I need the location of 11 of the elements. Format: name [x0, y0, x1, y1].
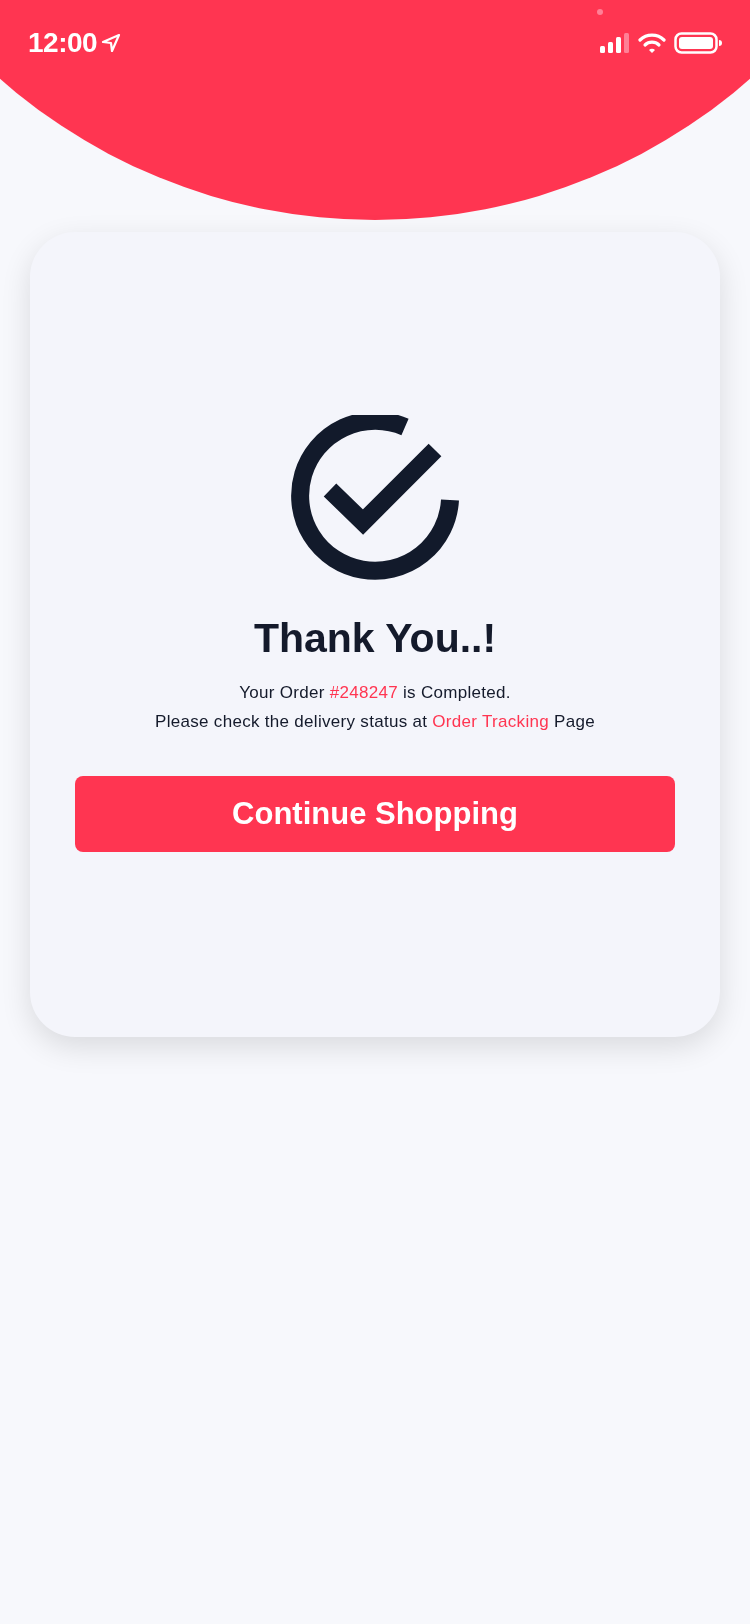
location-arrow-icon: [101, 33, 122, 53]
signal-icon: [600, 33, 630, 53]
wifi-icon: [638, 33, 666, 53]
indicator-dot-icon: [597, 9, 603, 15]
status-time: 12:00: [28, 27, 98, 59]
continue-shopping-button[interactable]: Continue Shopping: [75, 776, 675, 852]
tracking-message: Please check the delivery status at Order Tracking Page: [155, 711, 595, 733]
battery-icon: [674, 32, 722, 54]
thank-you-title: Thank You..!: [253, 615, 497, 662]
order-tracking-link[interactable]: Order Tracking: [432, 712, 549, 731]
order-message: Your Order #248247 is Completed.: [239, 682, 511, 704]
